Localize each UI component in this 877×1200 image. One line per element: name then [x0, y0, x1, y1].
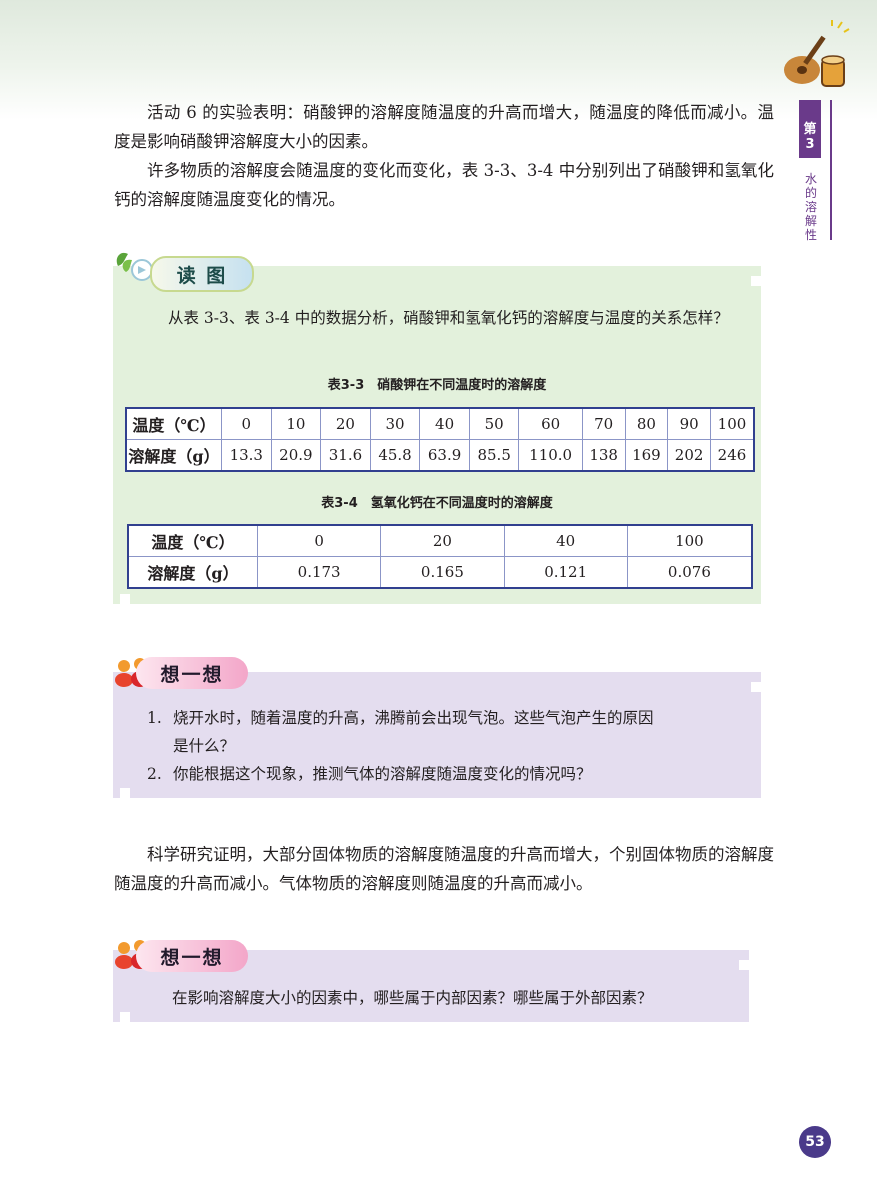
list-number: 1.: [147, 709, 162, 727]
table-row: 温度（℃） 0 10 20 30 40 50 60 70 80 90 100: [125, 407, 755, 440]
think-item-2: 2. 你能根据这个现象，推测气体的溶解度随温度变化的情况吗？: [147, 760, 592, 788]
think-item-1: 1. 烧开水时，随着温度的升高，沸腾前会出现气泡。这些气泡产生的原因: [147, 704, 654, 732]
intro-paragraph-1: 活动 6 的实验表明：硝酸钾的溶解度随温度的升高而增大，随温度的降低而减小。温度…: [114, 103, 774, 151]
table2-caption: 表3-4 氢氧化钙在不同温度时的溶解度: [321, 496, 553, 511]
think-item-1-cont: 是什么？: [173, 732, 235, 760]
list-text: 是什么？: [173, 737, 236, 755]
table-cell: 40: [503, 524, 628, 557]
table-cell: 0: [221, 407, 272, 440]
table-cell: 60: [518, 407, 583, 440]
intro-paragraph-2: 许多物质的溶解度会随温度的变化而变化，表 3-3、3-4 中分别列出了硝酸钾和氢…: [114, 161, 774, 209]
row-label-temperature: 温度（℃）: [125, 407, 222, 440]
table-cell: 100: [626, 524, 753, 557]
potassium-nitrate-table: 温度（℃） 0 10 20 30 40 50 60 70 80 90 100 溶…: [125, 407, 755, 472]
table-cell: 138: [581, 439, 626, 472]
corner-dot: [120, 788, 130, 798]
table-cell: 246: [709, 439, 755, 472]
list-text: 烧开水时，随着温度的升高，沸腾前会出现气泡。这些气泡产生的原因: [173, 709, 654, 727]
page-number: 53: [799, 1126, 831, 1158]
table-cell: 100: [709, 407, 755, 440]
table-cell: 202: [667, 439, 711, 472]
guitar-drum-icon: [784, 20, 850, 87]
list-text: 你能根据这个现象，推测气体的溶解度随温度变化的情况吗？: [173, 765, 592, 783]
table-cell: 31.6: [320, 439, 371, 472]
table-cell: 0.121: [503, 556, 628, 589]
table-cell: 63.9: [419, 439, 470, 472]
table-cell: 13.3: [221, 439, 272, 472]
table-cell: 20: [380, 524, 505, 557]
table-cell: 20: [320, 407, 371, 440]
table-cell: 20.9: [270, 439, 322, 472]
table-row: 溶解度（g） 13.3 20.9 31.6 45.8 63.9 85.5 110…: [125, 439, 755, 472]
conclusion-paragraph: 科学研究证明，大部分固体物质的溶解度随温度的升高而增大，个别固体物质的溶解度随温…: [114, 845, 774, 893]
read-figure-title: 读 图: [150, 256, 254, 292]
calcium-hydroxide-table: 温度（℃） 0 20 40 100 溶解度（g） 0.173 0.165 0.1…: [127, 524, 753, 589]
chapter-subtitle: 水的溶解性: [805, 172, 818, 242]
table-cell: 0.173: [256, 556, 382, 589]
row-label-temperature: 温度（℃）: [127, 524, 258, 557]
table-cell: 80: [624, 407, 669, 440]
table-cell: 85.5: [468, 439, 520, 472]
table-cell: 10: [270, 407, 322, 440]
corner-dot: [120, 1012, 130, 1022]
table-cell: 169: [624, 439, 669, 472]
row-label-solubility: 溶解度（g）: [125, 439, 222, 472]
chapter-label: 第3: [799, 100, 821, 158]
table-cell: 0: [256, 524, 382, 557]
list-number: 2.: [147, 765, 162, 783]
think-question-2: 在影响溶解度大小的因素中，哪些属于内部因素？哪些属于外部因素？: [172, 989, 653, 1007]
table-cell: 30: [369, 407, 421, 440]
table-row: 温度（℃） 0 20 40 100: [127, 524, 753, 557]
table-cell: 0.165: [380, 556, 505, 589]
table-cell: 40: [419, 407, 470, 440]
table-cell: 90: [667, 407, 711, 440]
table-cell: 50: [468, 407, 520, 440]
think-title-1: 想一想: [136, 657, 248, 689]
row-label-solubility: 溶解度（g）: [127, 556, 258, 589]
table-row: 溶解度（g） 0.173 0.165 0.121 0.076: [127, 556, 753, 589]
corner-dot: [120, 594, 130, 604]
read-figure-question: 从表 3-3、表 3-4 中的数据分析，硝酸钾和氢氧化钙的溶解度与温度的关系怎样…: [168, 309, 729, 327]
think-title-2: 想一想: [136, 940, 248, 972]
table-cell: 0.076: [626, 556, 753, 589]
table-cell: 45.8: [369, 439, 421, 472]
corner-dot: [751, 276, 761, 286]
table-cell: 110.0: [518, 439, 583, 472]
chapter-sidebar: 第3 水的溶解性: [799, 100, 832, 242]
corner-dot: [751, 682, 761, 692]
corner-dot: [739, 960, 749, 970]
table-cell: 70: [581, 407, 626, 440]
table1-caption: 表3-3 硝酸钾在不同温度时的溶解度: [327, 378, 547, 393]
